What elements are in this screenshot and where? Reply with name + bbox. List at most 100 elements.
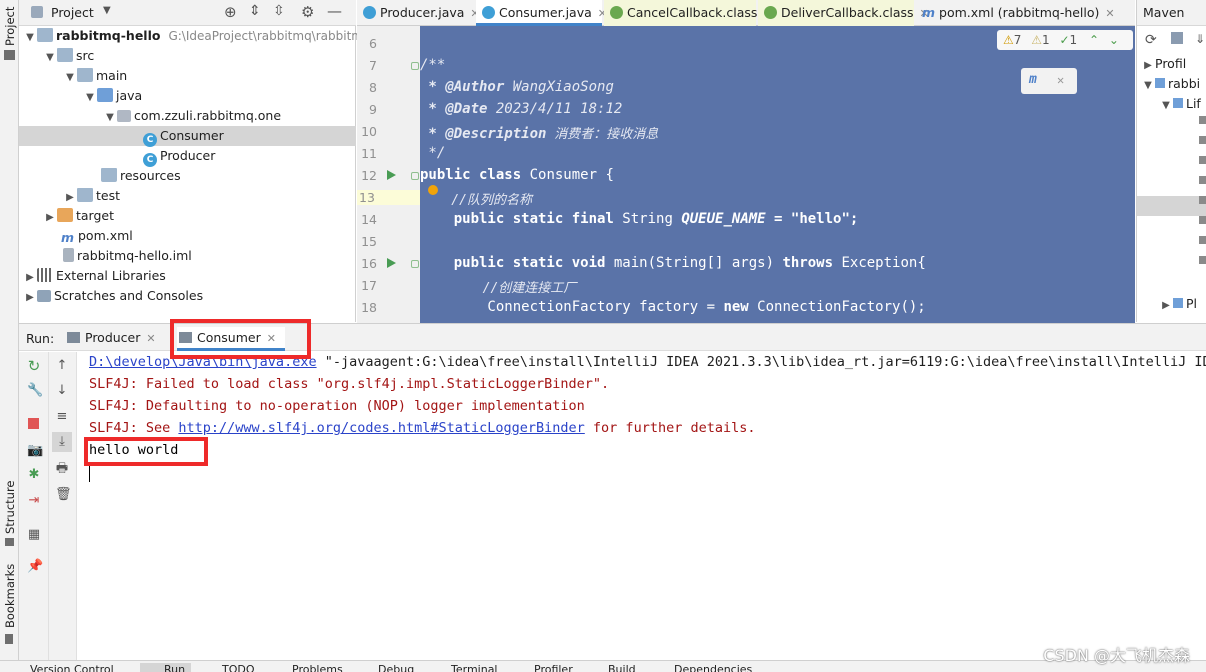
arrow-down-icon[interactable]: ↓ bbox=[55, 384, 69, 398]
project-panel-header: Project ▼ ⊕ ⇕ ⇳ ⚙ — bbox=[19, 0, 356, 26]
bottom-tab-profiler[interactable]: Profiler bbox=[534, 663, 573, 672]
tree-item-test[interactable]: ▶ test bbox=[19, 186, 356, 206]
code-editor[interactable]: /** * @Author WangXiaoSong * @Date 2023/… bbox=[420, 26, 1135, 323]
line-number: 18 bbox=[361, 300, 377, 315]
editor-tab-bar: Producer.java✕ Consumer.java✕ CancelCall… bbox=[357, 0, 1135, 26]
folder-icon bbox=[77, 68, 93, 82]
run-config-icon bbox=[67, 332, 80, 343]
chevron-up-icon[interactable]: ⌃ bbox=[1089, 33, 1099, 47]
maven-item-plugins[interactable]: ▶ Pl bbox=[1159, 296, 1197, 311]
trash-icon[interactable]: 🗑 bbox=[55, 488, 72, 502]
gear-icon[interactable]: ⚙ bbox=[301, 3, 314, 21]
inspection-widget[interactable]: ⚠7 ⚠1 ✓1 ⌃ ⌄ bbox=[997, 30, 1133, 50]
line-number-current: 13 bbox=[357, 190, 420, 205]
project-view-title[interactable]: Project bbox=[51, 5, 94, 20]
structure-tool-tab[interactable]: Structure bbox=[3, 481, 17, 535]
run-gutter-icon[interactable] bbox=[387, 258, 396, 268]
tab-cancelcallback-class[interactable]: CancelCallback.class✕ bbox=[604, 0, 773, 26]
typo-icon: ✓ bbox=[1059, 33, 1070, 47]
weak-warning-count: 1 bbox=[1042, 33, 1050, 47]
tab-producer-java[interactable]: Producer.java✕ bbox=[357, 0, 480, 26]
tab-delivercallback-class[interactable]: DeliverCallback.class ✕ bbox=[758, 0, 929, 26]
camera-icon[interactable]: 📷 bbox=[27, 444, 43, 458]
pin-icon[interactable]: 📌 bbox=[27, 560, 43, 574]
class-icon bbox=[363, 6, 376, 19]
bottom-tab-debug[interactable]: Debug bbox=[378, 663, 414, 672]
maven-icon: m bbox=[922, 5, 936, 20]
tree-item-module[interactable]: ▼ rabbitmq-hello G:\IdeaProject\rabbitmq\… bbox=[19, 26, 371, 46]
bottom-tab-build[interactable]: Build bbox=[608, 663, 636, 672]
bottom-tab-version-control[interactable]: Version Control bbox=[30, 663, 114, 672]
collapse-all-icon[interactable]: ⇳ bbox=[273, 3, 285, 19]
bottom-tab-terminal[interactable]: Terminal bbox=[451, 663, 498, 672]
chevron-down-icon[interactable]: ⌄ bbox=[1109, 33, 1119, 47]
layout-icon[interactable]: ▦ bbox=[27, 528, 41, 542]
maven-item-lifecycle[interactable]: ▼ Lif bbox=[1159, 96, 1201, 111]
run-gutter-icon[interactable] bbox=[387, 170, 396, 180]
tree-item-target[interactable]: ▶ target bbox=[19, 206, 356, 226]
exit-icon[interactable]: ⇥ bbox=[27, 494, 41, 508]
fold-icon[interactable] bbox=[411, 172, 419, 180]
print-icon[interactable]: 🖶 bbox=[55, 462, 69, 476]
tree-item-java[interactable]: ▼ java bbox=[19, 86, 356, 106]
editor-gutter: 6 7 8 9 10 11 12 13 14 15 16 17 18 bbox=[357, 26, 420, 323]
expand-all-icon[interactable]: ⇕ bbox=[249, 3, 261, 19]
maven-item-profiles[interactable]: ▶ Profil bbox=[1141, 56, 1186, 71]
chevron-down-icon[interactable]: ▼ bbox=[103, 5, 111, 16]
maven-reload-icon[interactable]: m bbox=[1029, 72, 1037, 87]
code-line: * @Author WangXiaoSong bbox=[420, 79, 614, 95]
bookmarks-tool-tab[interactable]: Bookmarks bbox=[3, 564, 17, 628]
close-icon[interactable]: ✕ bbox=[1057, 73, 1064, 87]
minimize-icon[interactable]: — bbox=[327, 2, 342, 20]
close-icon[interactable]: ✕ bbox=[146, 332, 155, 345]
tree-item-iml[interactable]: rabbitmq-hello.iml bbox=[19, 246, 356, 266]
code-line: public static void main(String[] args) t… bbox=[420, 255, 926, 271]
arrow-up-icon[interactable]: ↑ bbox=[55, 359, 69, 373]
debug-icon[interactable]: ✱ bbox=[27, 468, 41, 482]
tree-item-package[interactable]: ▼ com.zzuli.rabbitmq.one bbox=[19, 106, 356, 126]
project-tool-icon[interactable] bbox=[4, 50, 15, 60]
stop-icon[interactable] bbox=[28, 418, 39, 429]
fold-icon[interactable] bbox=[411, 62, 419, 70]
reload-icon[interactable]: ⟳ bbox=[1145, 32, 1157, 48]
console-output[interactable]: D:\develop\Java\bin\java.exe "-javaagent… bbox=[78, 352, 1206, 660]
tree-item-resources[interactable]: resources bbox=[19, 166, 356, 186]
interface-icon bbox=[610, 6, 623, 19]
line-number: 15 bbox=[361, 234, 377, 249]
tree-item-external-libraries[interactable]: ▶ External Libraries bbox=[19, 266, 356, 286]
bottom-tab-problems[interactable]: Problems bbox=[292, 663, 343, 672]
tree-item-main[interactable]: ▼ main bbox=[19, 66, 356, 86]
project-tool-tab[interactable]: Project bbox=[3, 7, 17, 46]
intention-bulb-icon[interactable] bbox=[428, 185, 438, 195]
slf4j-link[interactable]: http://www.slf4j.org/codes.html#StaticLo… bbox=[178, 420, 584, 436]
run-tab-producer[interactable]: Producer ✕ bbox=[67, 328, 156, 350]
weak-warning-icon: ⚠ bbox=[1031, 33, 1042, 47]
highlight-box-consumer-tab bbox=[170, 319, 311, 359]
tree-item-scratches[interactable]: ▶ Scratches and Consoles bbox=[19, 286, 356, 306]
maven-item-project[interactable]: ▼ rabbi bbox=[1141, 76, 1200, 91]
bookmark-icon[interactable] bbox=[5, 634, 13, 644]
tree-item-pom[interactable]: m pom.xml bbox=[19, 226, 356, 246]
soft-wrap-icon[interactable]: ≡ bbox=[55, 410, 69, 424]
locate-icon[interactable]: ⊕ bbox=[224, 3, 237, 21]
structure-tool-icon[interactable] bbox=[5, 538, 14, 546]
bottom-tab-run[interactable]: Run bbox=[140, 663, 192, 672]
tree-item-consumer[interactable]: C Consumer bbox=[19, 126, 356, 147]
close-icon[interactable]: ✕ bbox=[1105, 7, 1114, 20]
wrench-icon[interactable]: 🔧 bbox=[27, 384, 43, 398]
class-icon bbox=[482, 6, 495, 19]
tree-item-src[interactable]: ▼ src bbox=[19, 46, 356, 66]
tab-pom-xml[interactable]: m pom.xml (rabbitmq-hello) ✕ bbox=[916, 0, 1135, 26]
lifecycle-phase-icons bbox=[1199, 116, 1206, 266]
tab-consumer-java[interactable]: Consumer.java ✕ bbox=[476, 0, 607, 26]
file-icon bbox=[63, 248, 74, 262]
bottom-tab-dependencies[interactable]: Dependencies bbox=[674, 663, 752, 672]
rerun-icon[interactable]: ↻ bbox=[27, 359, 41, 374]
download-icon[interactable]: ⇓ bbox=[1195, 32, 1205, 46]
maven-panel: Maven ⟳ ⇓ ▶ Profil ▼ rabbi ▼ Lif ▶ Pl bbox=[1136, 0, 1206, 322]
generate-sources-icon[interactable] bbox=[1171, 32, 1183, 44]
scroll-to-end-icon[interactable]: ⤓ bbox=[52, 432, 72, 452]
tree-item-producer[interactable]: C Producer bbox=[19, 146, 356, 167]
fold-icon[interactable] bbox=[411, 260, 419, 268]
bottom-tab-todo[interactable]: TODO bbox=[222, 663, 255, 672]
